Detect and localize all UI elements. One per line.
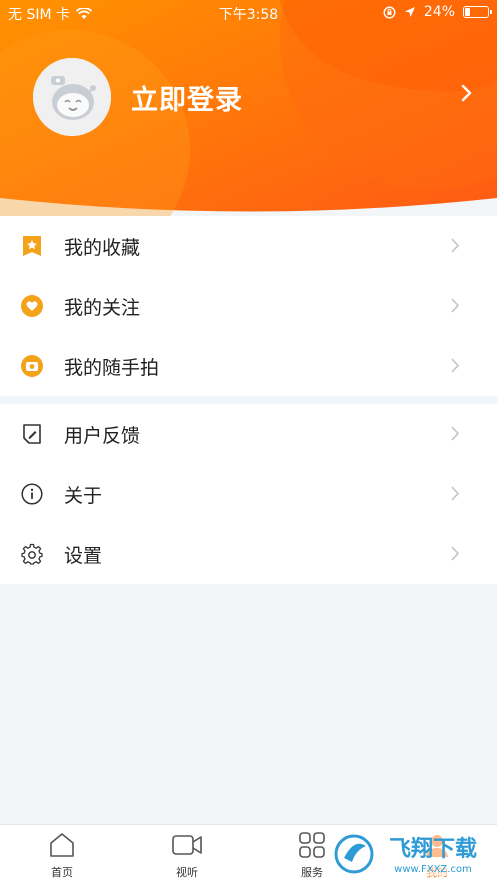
orientation-lock-icon (383, 5, 396, 19)
menu-item-about[interactable]: 关于 (0, 464, 497, 524)
battery-icon (463, 6, 492, 18)
camera-icon (21, 355, 43, 377)
menu-item-favorites[interactable]: 我的收藏 (0, 216, 497, 276)
menu-group-personal: 我的收藏 我的关注 我的随手拍 (0, 216, 497, 396)
heart-icon (21, 295, 43, 317)
robot-avatar-icon (33, 58, 111, 136)
login-label[interactable]: 立即登录 (131, 78, 243, 117)
tab-media[interactable]: 视听 (147, 831, 227, 880)
home-icon (50, 833, 74, 857)
menu-group-system: 用户反馈 关于 设置 (0, 404, 497, 584)
menu-label: 我的收藏 (64, 236, 141, 259)
tab-label: 视听 (176, 866, 198, 879)
menu-label: 用户反馈 (64, 424, 141, 447)
bookmark-star-icon (23, 236, 41, 256)
menu-label: 我的关注 (64, 296, 141, 319)
tab-label: 首页 (51, 866, 73, 879)
menu-label: 设置 (64, 544, 103, 567)
watermark-url: www.FXXZ.com (394, 864, 472, 875)
watermark-logo: 飞翔下载 www.FXXZ.com (330, 828, 490, 880)
menu-item-snapshots[interactable]: 我的随手拍 (0, 336, 497, 396)
chevron-right-icon (451, 546, 459, 561)
menu-label: 我的随手拍 (64, 356, 160, 379)
status-bar: 无 SIM 卡 下午3:58 24% (0, 0, 497, 26)
video-icon (172, 835, 202, 855)
feedback-edit-icon (23, 424, 41, 444)
login-row[interactable]: 立即登录 (33, 58, 473, 136)
chevron-right-icon[interactable] (461, 84, 473, 102)
info-icon (21, 483, 43, 505)
avatar[interactable] (33, 58, 111, 136)
watermark-graphic: 飞翔下载 www.FXXZ.com (332, 832, 488, 876)
chevron-right-icon (451, 358, 459, 373)
menu-item-feedback[interactable]: 用户反馈 (0, 404, 497, 464)
tab-home[interactable]: 首页 (22, 831, 102, 880)
chevron-right-icon (451, 426, 459, 441)
menu-item-settings[interactable]: 设置 (0, 524, 497, 584)
watermark-title: 飞翔下载 (389, 836, 477, 862)
menu-item-following[interactable]: 我的关注 (0, 276, 497, 336)
battery-percent: 24% (423, 4, 455, 20)
gear-icon (21, 543, 43, 565)
chevron-right-icon (451, 486, 459, 501)
grid-icon (299, 832, 325, 858)
profile-header: 无 SIM 卡 下午3:58 24% 立即登录 (0, 0, 497, 216)
location-arrow-icon (404, 7, 415, 17)
menu-label: 关于 (64, 484, 103, 507)
chevron-right-icon (451, 298, 459, 313)
chevron-right-icon (451, 238, 459, 253)
